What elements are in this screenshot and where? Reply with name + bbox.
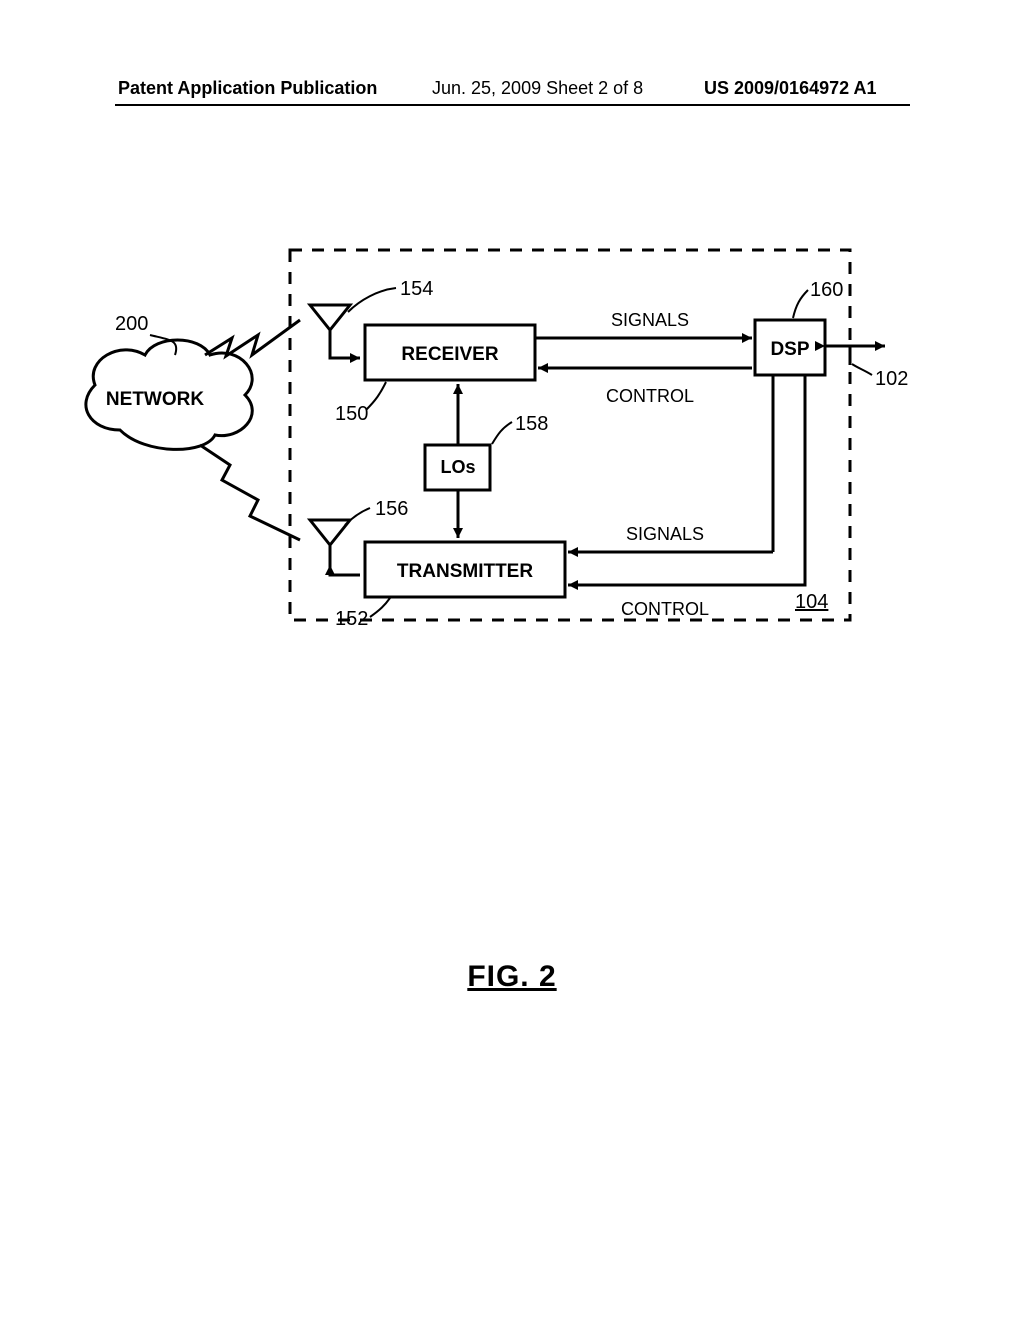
dsp-external-bus bbox=[825, 346, 885, 365]
dsp-lead bbox=[793, 290, 808, 318]
signals-top-label: SIGNALS bbox=[611, 310, 689, 330]
network-label: NETWORK bbox=[106, 389, 204, 410]
ref-rx-antenna: 154 bbox=[400, 278, 433, 300]
ref-subsystem: 104 bbox=[795, 591, 828, 613]
signals-bot-label: SIGNALS bbox=[626, 524, 704, 544]
ref-ext: 102 bbox=[875, 368, 908, 390]
los-lead bbox=[492, 422, 512, 444]
header-right-text: US 2009/0164972 A1 bbox=[704, 78, 876, 99]
page: Patent Application Publication Jun. 25, … bbox=[0, 0, 1024, 1320]
ext-lead bbox=[852, 364, 872, 375]
wireless-tx bbox=[200, 445, 300, 540]
recv-lead bbox=[366, 382, 386, 410]
block-diagram: 104 NETWORK 200 154 bbox=[0, 220, 1024, 720]
control-bot-label: CONTROL bbox=[621, 599, 709, 619]
header-left-text: Patent Application Publication bbox=[118, 78, 377, 99]
rx-ant-lead bbox=[348, 288, 396, 312]
transmitter-label: TRANSMITTER bbox=[397, 561, 533, 582]
control-top-label: CONTROL bbox=[606, 386, 694, 406]
rx-antenna-icon bbox=[310, 305, 360, 358]
ref-receiver: 150 bbox=[335, 403, 368, 425]
los-label: LOs bbox=[440, 457, 475, 477]
tx-antenna-icon bbox=[310, 520, 360, 575]
ref-tx-antenna: 156 bbox=[375, 498, 408, 520]
tx-ant-lead bbox=[345, 508, 370, 525]
header-center-text: Jun. 25, 2009 Sheet 2 of 8 bbox=[432, 78, 643, 99]
ref-los: 158 bbox=[515, 413, 548, 435]
receiver-label: RECEIVER bbox=[401, 344, 498, 365]
figure-caption: FIG. 2 bbox=[0, 960, 1024, 994]
dsp-label: DSP bbox=[770, 339, 809, 360]
trans-lead bbox=[370, 598, 390, 617]
ref-transmitter: 152 bbox=[335, 608, 368, 630]
ref-network: 200 bbox=[115, 313, 148, 335]
header-separator bbox=[115, 104, 910, 106]
wireless-rx bbox=[205, 320, 300, 356]
ref-dsp: 160 bbox=[810, 279, 843, 301]
